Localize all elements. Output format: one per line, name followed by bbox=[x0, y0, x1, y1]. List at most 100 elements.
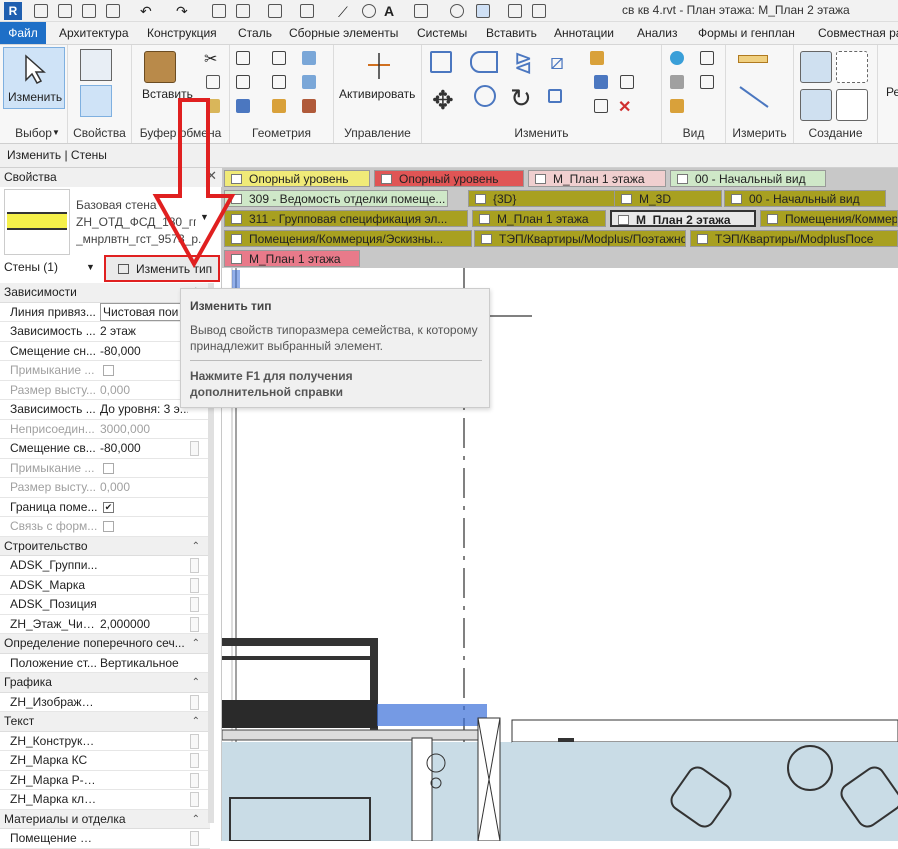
property-edit-button[interactable] bbox=[190, 792, 199, 807]
array-icon[interactable] bbox=[594, 75, 608, 89]
property-edit-button[interactable] bbox=[190, 733, 199, 749]
property-row[interactable]: Помещение И... bbox=[0, 829, 210, 849]
chevron-down-icon[interactable]: ▼ bbox=[52, 128, 60, 137]
create-similar-icon[interactable] bbox=[836, 89, 868, 121]
close-views-icon[interactable] bbox=[508, 4, 522, 18]
property-row[interactable]: ADSK_Группи... bbox=[0, 556, 210, 576]
property-value[interactable]: -80,000 bbox=[100, 342, 188, 361]
property-row[interactable]: Граница поме... ✔ bbox=[0, 498, 210, 517]
thin-lines-icon[interactable] bbox=[476, 4, 490, 18]
tab-architecture[interactable]: Архитектура bbox=[51, 22, 137, 44]
property-row[interactable]: ZH_Этаж_Числ... 2,000000 bbox=[0, 615, 210, 634]
property-row[interactable]: Примыкание ... bbox=[0, 361, 210, 381]
view-tab[interactable]: М_3D bbox=[614, 190, 722, 207]
property-group[interactable]: Зависимости⌃ bbox=[0, 283, 210, 303]
scale-icon[interactable] bbox=[620, 75, 634, 89]
view-tab[interactable]: 311 - Групповая спецификация эл... bbox=[224, 210, 468, 227]
property-edit-button[interactable] bbox=[190, 772, 199, 788]
property-checkbox[interactable] bbox=[103, 365, 114, 376]
property-edit-button[interactable] bbox=[190, 577, 199, 593]
property-checkbox[interactable]: ✔ bbox=[103, 501, 114, 513]
property-row[interactable]: ZH_Марка Р-р... bbox=[0, 771, 210, 790]
property-row[interactable]: ZH_Конструкц... bbox=[0, 732, 210, 751]
override-icon[interactable] bbox=[700, 51, 714, 65]
property-value[interactable]: Чистовая пои bbox=[100, 302, 188, 321]
collapse-chevron-icon[interactable]: ⌃ bbox=[192, 673, 200, 692]
tab-massing-site[interactable]: Формы и генплан bbox=[690, 22, 803, 44]
collapse-chevron-icon[interactable]: ⌃ bbox=[192, 537, 200, 556]
property-edit-button[interactable] bbox=[190, 694, 199, 710]
split-icon[interactable] bbox=[590, 51, 604, 65]
property-group[interactable]: Определение поперечного сеч... ⌃ bbox=[0, 634, 210, 654]
tab-file[interactable]: Файл bbox=[0, 22, 46, 44]
view-tab[interactable]: 00 - Начальный вид bbox=[670, 170, 826, 187]
undo-icon[interactable]: ↶ bbox=[140, 4, 154, 18]
revit-logo[interactable]: R bbox=[4, 2, 22, 20]
property-edit-button[interactable] bbox=[190, 616, 199, 632]
property-value[interactable]: 0,000 bbox=[100, 381, 188, 400]
view-tab[interactable]: Опорный уровень bbox=[374, 170, 524, 187]
text-icon[interactable]: A bbox=[384, 4, 398, 18]
view-tab[interactable]: ТЭП/Квартиры/Modplus/Поэтажно bbox=[474, 230, 686, 247]
property-value[interactable]: 0,000 bbox=[100, 478, 188, 497]
level-icon[interactable] bbox=[300, 4, 314, 18]
wall-joins-icon[interactable] bbox=[236, 75, 250, 89]
paint-brush-icon[interactable] bbox=[670, 99, 684, 113]
measure-icon[interactable] bbox=[236, 4, 250, 18]
property-row[interactable]: Линия привяз... Чистовая пои bbox=[0, 302, 210, 322]
tab-annotate[interactable]: Аннотации bbox=[546, 22, 622, 44]
property-row[interactable]: ZH_Марка КС bbox=[0, 751, 210, 771]
cut-geometry-icon[interactable] bbox=[272, 51, 286, 65]
switch-window-icon[interactable] bbox=[532, 4, 546, 18]
property-checkbox[interactable] bbox=[103, 462, 114, 474]
hammer-icon[interactable] bbox=[302, 99, 316, 113]
tab-insert[interactable]: Вставить bbox=[478, 22, 545, 44]
remove-paint-icon[interactable] bbox=[272, 99, 286, 113]
mirror-draw-icon[interactable]: ⧄ bbox=[550, 49, 564, 75]
align-icon[interactable] bbox=[268, 4, 282, 18]
align-tool-icon[interactable] bbox=[430, 51, 452, 73]
property-row[interactable]: Смещение св... -80,000 bbox=[0, 439, 210, 459]
filter-chevron-icon[interactable]: ▼ bbox=[86, 262, 95, 272]
activate-icon[interactable] bbox=[364, 49, 394, 81]
view-tab[interactable]: М_План 1 этажа bbox=[472, 210, 606, 227]
property-edit-button[interactable] bbox=[190, 831, 199, 846]
view-tab[interactable]: М_План 2 этажа bbox=[610, 210, 756, 227]
home-3d-icon[interactable] bbox=[414, 4, 428, 18]
mirror-axis-icon[interactable]: ⧎ bbox=[514, 49, 532, 75]
tab-analyze[interactable]: Анализ bbox=[629, 22, 686, 44]
property-group[interactable]: Графика ⌃ bbox=[0, 673, 210, 693]
property-edit-button[interactable] bbox=[190, 753, 199, 768]
offset-icon[interactable] bbox=[470, 51, 498, 73]
property-value[interactable]: -80,000 bbox=[100, 439, 188, 458]
property-row[interactable]: Неприсоедин... 3000,000 bbox=[0, 420, 210, 439]
property-row[interactable]: Связь с форм... bbox=[0, 517, 210, 537]
print-icon[interactable] bbox=[212, 4, 226, 18]
view-tab[interactable]: ТЭП/Квартиры/ModplusПосе bbox=[690, 230, 898, 247]
linework-icon[interactable] bbox=[670, 75, 684, 89]
collapse-chevron-icon[interactable]: ⌃ bbox=[192, 712, 200, 731]
property-value[interactable]: Вертикальное bbox=[100, 654, 188, 673]
property-row[interactable]: ZH_Изображе... bbox=[0, 693, 210, 712]
modify-button[interactable]: Изменить bbox=[3, 47, 65, 109]
property-row[interactable]: Зависимость ... 2 этаж bbox=[0, 322, 210, 342]
open-icon[interactable] bbox=[34, 4, 48, 18]
property-row[interactable]: Зависимость ... До уровня: 3 э... bbox=[0, 400, 210, 420]
tab-precast[interactable]: Сборные элементы bbox=[281, 22, 406, 44]
move-icon[interactable]: ✥ bbox=[432, 85, 454, 116]
rotate-icon[interactable]: ↻ bbox=[510, 83, 532, 114]
join-icon[interactable] bbox=[302, 51, 316, 65]
properties-icon[interactable] bbox=[80, 85, 112, 117]
aligned-dimension-icon[interactable] bbox=[738, 85, 772, 111]
collapse-chevron-icon[interactable]: ⌃ bbox=[192, 810, 200, 829]
cutoff-label[interactable]: Ре bbox=[886, 85, 898, 99]
ruler-icon[interactable] bbox=[738, 55, 768, 63]
property-edit-button[interactable] bbox=[190, 441, 199, 456]
cut-icon[interactable]: ✂ bbox=[204, 49, 217, 69]
split-face-icon[interactable] bbox=[272, 75, 286, 89]
copy-icon[interactable] bbox=[206, 75, 220, 89]
folder-icon[interactable] bbox=[58, 4, 72, 18]
property-value[interactable]: 2,000000 bbox=[100, 615, 188, 634]
type-properties-icon[interactable] bbox=[80, 49, 112, 81]
trim-icon[interactable] bbox=[548, 89, 562, 103]
